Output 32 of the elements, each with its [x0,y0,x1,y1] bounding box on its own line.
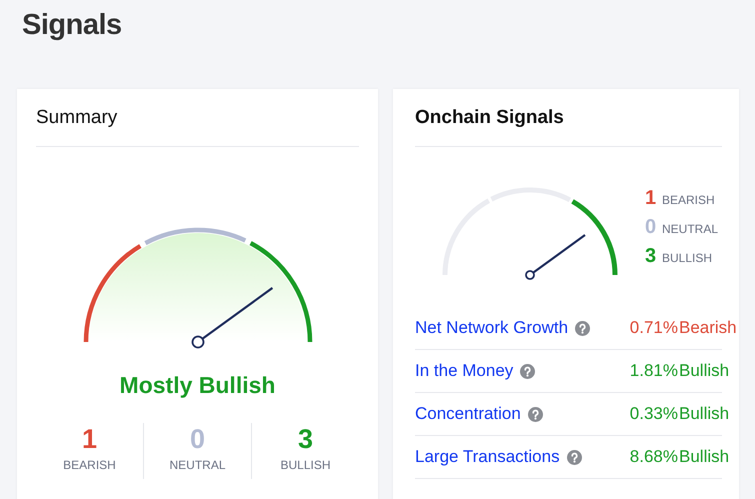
count-value: 0 [190,423,206,455]
count-label: NEUTRAL [662,221,718,238]
percent-value: 0.71% [628,317,678,340]
percent-value: 0.33% [628,403,678,426]
page-title: Signals [22,8,123,42]
signal-label: Bullish [679,446,730,468]
help-icon[interactable] [528,406,543,422]
signal-link[interactable]: Concentration [415,401,521,427]
count-value: 1 [645,186,658,211]
percent-value: 8.68% [628,446,678,468]
signal-label: Bullish [679,360,730,382]
signal-label: Bullish [679,403,730,426]
signal-link[interactable]: In the Money [415,358,514,384]
card-title: Summary [36,106,118,130]
count-label: BEARISH [662,192,715,209]
signal-link[interactable]: Net Network Growth [415,315,568,341]
help-icon[interactable] [575,320,590,336]
signal-label: Bearish [679,317,738,340]
verdict-label: Mostly Bullish [120,371,276,399]
count-value: 0 [645,215,658,240]
count-label: NEUTRAL [169,457,226,473]
count-value: 3 [645,244,658,269]
count-label: BULLISH [662,250,712,267]
count-label: BEARISH [63,457,116,473]
help-icon[interactable] [566,450,582,464]
count-value: 1 [82,423,98,455]
card-title: Onchain Signals [415,106,565,130]
count-label: BULLISH [280,457,331,473]
count-value: 3 [298,423,314,455]
percent-value: 1.81% [628,360,678,382]
signal-link[interactable]: Large Transactions [415,444,560,470]
help-icon[interactable] [520,364,536,378]
